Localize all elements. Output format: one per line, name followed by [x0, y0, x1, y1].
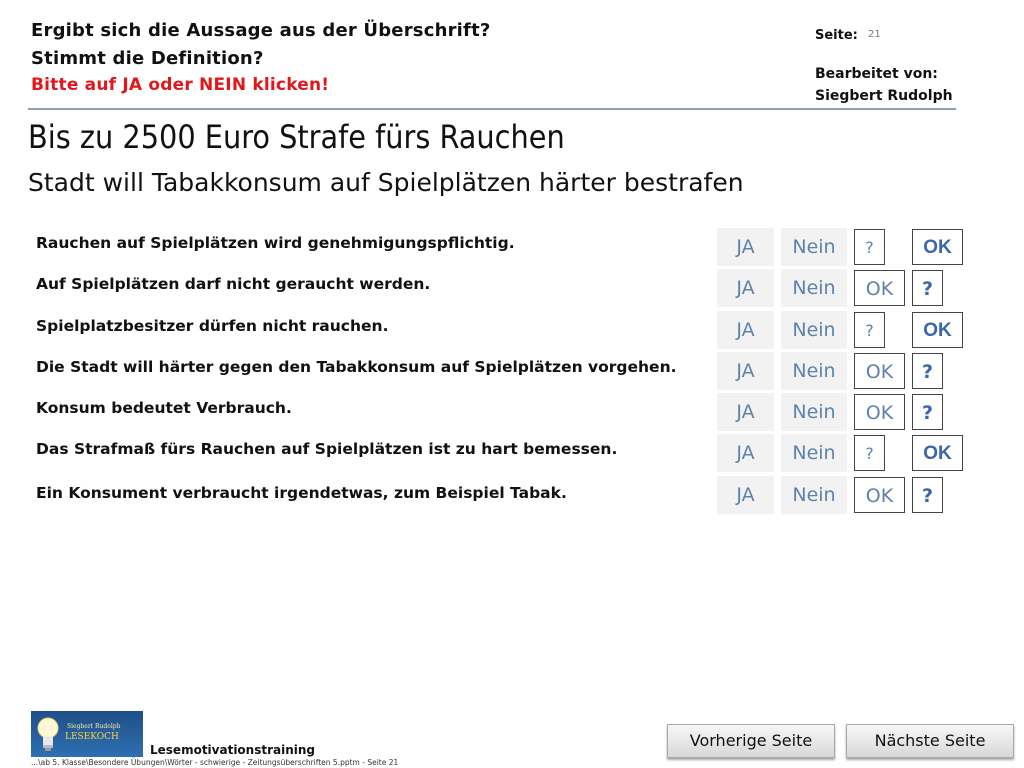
header-divider: [28, 108, 956, 110]
statement-text: Spielplatzbesitzer dürfen nicht rauchen.: [36, 317, 389, 335]
statement-row: Das Strafmaß fürs Rauchen auf Spielplätz…: [0, 434, 1024, 474]
instruction-click-hint: Bitte auf JA oder NEIN klicken!: [31, 75, 330, 95]
page-number: 21: [868, 29, 881, 40]
nein-button[interactable]: Nein: [781, 434, 847, 472]
statement-row: Rauchen auf Spielplätzen wird genehmigun…: [0, 228, 1024, 268]
feedback-question-box: ?: [854, 229, 885, 265]
statement-text: Konsum bedeutet Verbrauch.: [36, 399, 292, 417]
logo-author-name: Siegbert Rudolph: [67, 723, 121, 730]
feedback-ok-box: OK: [912, 312, 963, 348]
feedback-question-box: ?: [854, 435, 885, 471]
headline-subtitle: Stadt will Tabakkonsum auf Spielplätzen …: [28, 168, 744, 197]
ja-button[interactable]: JA: [717, 393, 774, 431]
nein-button[interactable]: Nein: [781, 476, 847, 514]
footer-title: Lesemotivationstraining: [150, 743, 316, 757]
statement-row: Spielplatzbesitzer dürfen nicht rauchen.…: [0, 311, 1024, 351]
feedback-ok-box: OK: [854, 477, 905, 513]
feedback-ok-box: OK: [854, 353, 905, 389]
ja-button[interactable]: JA: [717, 311, 774, 349]
ja-button[interactable]: JA: [717, 476, 774, 514]
feedback-question-box: ?: [912, 270, 943, 306]
statement-row: Ein Konsument verbraucht irgendetwas, zu…: [0, 476, 1024, 516]
instruction-question-1: Ergibt sich die Aussage aus der Überschr…: [31, 20, 491, 41]
statement-text: Ein Konsument verbraucht irgendetwas, zu…: [36, 484, 567, 502]
ja-button[interactable]: JA: [717, 434, 774, 472]
nein-button[interactable]: Nein: [781, 269, 847, 307]
ja-button[interactable]: JA: [717, 269, 774, 307]
statement-row: Auf Spielplätzen darf nicht geraucht wer…: [0, 269, 1024, 309]
feedback-ok-box: OK: [912, 435, 963, 471]
nein-button[interactable]: Nein: [781, 393, 847, 431]
feedback-ok-box: OK: [854, 270, 905, 306]
headline-title: Bis zu 2500 Euro Strafe fürs Rauchen: [28, 118, 565, 156]
feedback-ok-box: OK: [854, 394, 905, 430]
edited-by-label: Bearbeitet von:: [815, 66, 938, 82]
feedback-question-box: ?: [912, 394, 943, 430]
statement-text: Das Strafmaß fürs Rauchen auf Spielplätz…: [36, 440, 618, 458]
lesekoch-logo: Siegbert Rudolph LESEKOCH: [31, 711, 143, 757]
feedback-ok-box: OK: [912, 229, 963, 265]
feedback-question-box: ?: [854, 312, 885, 348]
editor-name: Siegbert Rudolph: [815, 88, 953, 104]
ja-button[interactable]: JA: [717, 352, 774, 390]
nein-button[interactable]: Nein: [781, 352, 847, 390]
statement-text: Rauchen auf Spielplätzen wird genehmigun…: [36, 234, 515, 252]
nein-button[interactable]: Nein: [781, 228, 847, 266]
page-label: Seite:: [815, 28, 858, 43]
statement-text: Die Stadt will härter gegen den Tabakkon…: [36, 358, 677, 376]
statement-text: Auf Spielplätzen darf nicht geraucht wer…: [36, 275, 431, 293]
feedback-question-box: ?: [912, 353, 943, 389]
instruction-question-2: Stimmt die Definition?: [31, 48, 264, 69]
footer-file-path: ...\ab 5. Klasse\Besondere Übungen\Wörte…: [31, 758, 399, 767]
nein-button[interactable]: Nein: [781, 311, 847, 349]
ja-button[interactable]: JA: [717, 228, 774, 266]
statement-row: Die Stadt will härter gegen den Tabakkon…: [0, 352, 1024, 392]
logo-brand-text: LESEKOCH: [65, 732, 119, 742]
next-page-button[interactable]: Nächste Seite: [846, 724, 1014, 758]
previous-page-button[interactable]: Vorherige Seite: [667, 724, 835, 758]
lightbulb-icon: [37, 717, 59, 751]
statement-row: Konsum bedeutet Verbrauch. JA Nein OK ?: [0, 393, 1024, 433]
feedback-question-box: ?: [912, 477, 943, 513]
